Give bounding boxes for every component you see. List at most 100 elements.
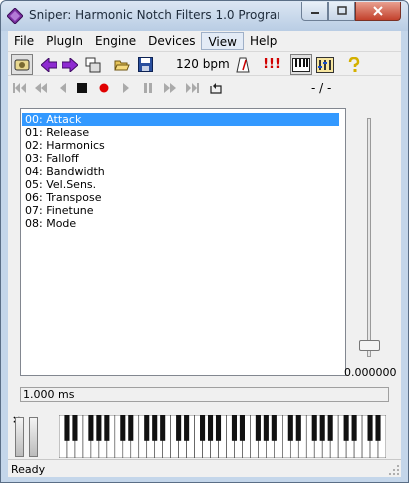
piano-black-key[interactable] <box>152 415 158 441</box>
keyboard-panel: × <box>8 411 401 458</box>
position-display: - / - <box>311 81 332 95</box>
title-bar[interactable]: Sniper: Harmonic Notch Filters 1.0 Progr… <box>1 1 408 31</box>
parameter-item-bandwidth[interactable]: 04: Bandwidth <box>22 165 339 178</box>
piano-black-key[interactable] <box>351 415 357 441</box>
piano-black-key[interactable] <box>120 415 126 441</box>
skip-end-button[interactable] <box>184 80 200 96</box>
piano-black-key[interactable] <box>160 415 166 441</box>
fast-forward-icon <box>164 83 176 93</box>
piano-black-key[interactable] <box>64 415 70 441</box>
piano-black-key[interactable] <box>375 415 381 441</box>
piano-black-key[interactable] <box>287 415 293 441</box>
skip-forward-icon <box>186 83 199 93</box>
next-button[interactable] <box>61 54 79 75</box>
folder-open-icon <box>114 60 130 70</box>
plugin-chip-button[interactable] <box>11 54 33 75</box>
rewind-button[interactable] <box>33 80 49 96</box>
piano-black-key[interactable] <box>319 415 325 441</box>
skip-back-icon <box>13 83 26 93</box>
pause-button[interactable] <box>140 80 156 96</box>
piano-black-key[interactable] <box>255 415 261 441</box>
loop-icon <box>210 83 222 94</box>
parameter-slider-thumb[interactable] <box>359 340 380 351</box>
main-window: Sniper: Harmonic Notch Filters 1.0 Progr… <box>0 0 409 483</box>
status-text: Ready <box>11 463 46 476</box>
metronome-button[interactable] <box>234 54 252 75</box>
step-back-icon <box>60 83 66 93</box>
pitch-wheel[interactable] <box>15 417 24 457</box>
parameter-item-vel-sens[interactable]: 05: Vel.Sens. <box>22 178 339 191</box>
loop-button[interactable] <box>208 80 224 96</box>
stop-button[interactable] <box>74 80 90 96</box>
rewind-icon <box>35 83 47 93</box>
piano-black-key[interactable] <box>295 415 301 441</box>
step-back-button[interactable] <box>55 80 71 96</box>
piano-black-key[interactable] <box>239 415 245 441</box>
piano-black-key[interactable] <box>231 415 238 441</box>
resize-grip-icon[interactable] <box>388 464 400 476</box>
tempo-display[interactable]: 120 bpm <box>176 57 230 71</box>
metronome-icon <box>236 57 250 72</box>
menu-plugin[interactable]: PlugIn <box>40 32 89 50</box>
save-button[interactable] <box>136 54 154 75</box>
mod-wheel[interactable] <box>29 417 38 457</box>
toolbar: 120 bpm !!! <box>8 51 401 76</box>
minimize-button[interactable] <box>301 2 328 21</box>
menu-file[interactable]: File <box>8 32 40 50</box>
piano-black-key[interactable] <box>128 415 134 441</box>
parameter-item-harmonics[interactable]: 02: Harmonics <box>22 139 339 152</box>
menu-engine[interactable]: Engine <box>89 32 142 50</box>
editor-button[interactable] <box>315 54 335 75</box>
piano-black-key[interactable] <box>144 415 150 441</box>
previous-button[interactable] <box>40 54 58 75</box>
windows-icon <box>85 57 101 72</box>
piano-black-key[interactable] <box>184 415 190 441</box>
parameter-value-display: 1.000 ms <box>20 387 389 402</box>
rewind-start-button[interactable] <box>12 80 28 96</box>
maximize-button[interactable] <box>328 2 355 21</box>
piano-black-key[interactable] <box>215 415 222 441</box>
arrow-right-icon <box>62 57 78 72</box>
close-button[interactable] <box>355 2 401 21</box>
menu-view[interactable]: View <box>201 32 244 50</box>
piano-black-key[interactable] <box>207 415 214 441</box>
open-button[interactable] <box>113 54 131 75</box>
maximize-icon <box>336 6 347 15</box>
keyboard-toggle-button[interactable] <box>290 54 312 75</box>
piano-black-key[interactable] <box>367 415 373 441</box>
parameter-slider-track[interactable] <box>367 118 371 357</box>
piano-black-key[interactable] <box>271 415 277 441</box>
compare-button[interactable] <box>84 54 102 75</box>
piano-black-key[interactable] <box>311 415 317 441</box>
menu-bar: File PlugIn Engine Devices View Help <box>8 31 401 51</box>
fast-forward-button[interactable] <box>162 80 178 96</box>
parameter-item-transpose[interactable]: 06: Transpose <box>22 191 339 204</box>
piano-black-key[interactable] <box>343 415 349 441</box>
piano-black-key[interactable] <box>200 415 206 441</box>
play-button[interactable] <box>118 80 134 96</box>
piano-black-key[interactable] <box>263 415 269 441</box>
parameter-item-finetune[interactable]: 07: Finetune <box>22 204 339 217</box>
piano-black-key[interactable] <box>96 415 102 441</box>
piano-black-key[interactable] <box>176 415 182 441</box>
piano-black-key[interactable] <box>327 415 333 441</box>
help-button[interactable] <box>345 54 363 75</box>
slider-value: 0.000000 <box>344 366 397 379</box>
record-button[interactable] <box>96 80 112 96</box>
window-title: Sniper: Harmonic Notch Filters 1.0 Progr… <box>29 8 279 22</box>
piano-black-key[interactable] <box>72 415 78 441</box>
client-area: File PlugIn Engine Devices View Help 120… <box>8 31 401 477</box>
parameter-item-release[interactable]: 01: Release <box>22 126 339 139</box>
piano-keyboard[interactable] <box>59 415 386 458</box>
panic-button[interactable]: !!! <box>262 54 282 75</box>
parameter-item-attack[interactable]: 00: Attack <box>22 113 339 126</box>
menu-devices[interactable]: Devices <box>142 32 201 50</box>
piano-black-key[interactable] <box>104 415 110 441</box>
parameter-list[interactable]: 00: Attack 01: Release 02: Harmonics 03:… <box>20 108 346 376</box>
parameter-item-mode[interactable]: 08: Mode <box>22 217 339 230</box>
piano-black-key[interactable] <box>88 415 94 441</box>
menu-help[interactable]: Help <box>244 32 283 50</box>
floppy-icon <box>137 57 153 72</box>
parameter-item-falloff[interactable]: 03: Falloff <box>22 152 339 165</box>
chip-icon <box>14 59 30 70</box>
